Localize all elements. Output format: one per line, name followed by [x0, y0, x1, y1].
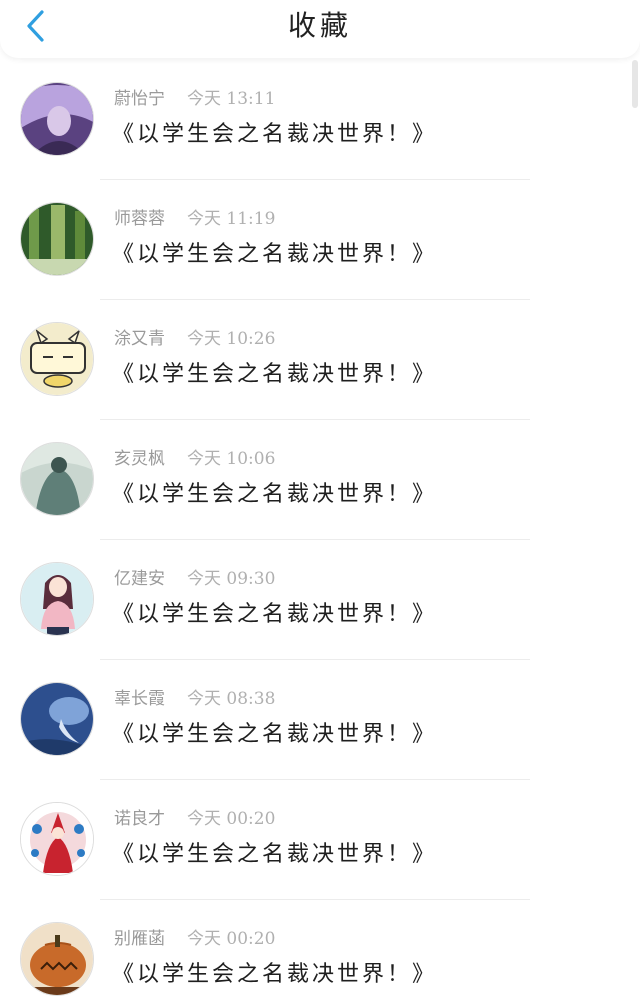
list-item[interactable]: 亥灵枫 今天 10:06 《以学生会之名裁决世界！》: [0, 420, 640, 540]
timestamp: 今天 00:20: [187, 809, 276, 829]
user-name: 涂又青: [114, 329, 165, 349]
favorite-message: 《以学生会之名裁决世界！》: [112, 962, 438, 987]
favorites-list: 蔚怡宁 今天 13:11 《以学生会之名裁决世界！》 师蓉蓉 今天 11:19 《以…: [0, 60, 640, 1006]
user-name: 辜长霞: [114, 689, 165, 709]
page-title: 收藏: [287, 9, 352, 42]
avatar[interactable]: [20, 682, 94, 756]
avatar[interactable]: [20, 562, 94, 636]
timestamp: 今天 10:26: [187, 329, 276, 349]
timestamp: 今天 10:06: [187, 449, 276, 469]
favorite-message: 《以学生会之名裁决世界！》: [112, 122, 438, 147]
avatar[interactable]: [20, 202, 94, 276]
item-meta: 师蓉蓉 今天 11:19: [114, 208, 275, 230]
user-name: 蔚怡宁: [114, 89, 165, 109]
timestamp: 今天 09:30: [187, 569, 276, 589]
favorite-message: 《以学生会之名裁决世界！》: [112, 362, 438, 387]
item-meta: 别雁菡 今天 00:20: [114, 928, 275, 950]
list-item[interactable]: 亿建安 今天 09:30 《以学生会之名裁决世界！》: [0, 540, 640, 660]
item-meta: 亥灵枫 今天 10:06: [114, 448, 275, 470]
list-item[interactable]: 诺良才 今天 00:20 《以学生会之名裁决世界！》: [0, 780, 640, 900]
avatar[interactable]: [20, 82, 94, 156]
timestamp: 今天 08:38: [187, 689, 276, 709]
list-item[interactable]: 涂又青 今天 10:26 《以学生会之名裁决世界！》: [0, 300, 640, 420]
item-meta: 辜长霞 今天 08:38: [114, 688, 275, 710]
user-name: 别雁菡: [114, 929, 165, 949]
user-name: 亿建安: [114, 569, 165, 589]
timestamp: 今天 00:20: [187, 929, 276, 949]
list-item[interactable]: 别雁菡 今天 00:20 《以学生会之名裁决世界！》: [0, 900, 640, 1006]
timestamp: 今天 11:19: [187, 209, 276, 229]
top-bar: 收藏: [0, 0, 640, 58]
favorite-message: 《以学生会之名裁决世界！》: [112, 482, 438, 507]
timestamp: 今天 13:11: [187, 89, 276, 109]
favorites-screen: 收藏 蔚怡宁 今天 13:11 《以学生会之名裁决世界！》 师蓉蓉 今天 11:…: [0, 0, 640, 1006]
item-meta: 亿建安 今天 09:30: [114, 568, 275, 590]
favorite-message: 《以学生会之名裁决世界！》: [112, 842, 438, 867]
avatar[interactable]: [20, 322, 94, 396]
item-meta: 诺良才 今天 00:20: [114, 808, 275, 830]
avatar[interactable]: [20, 922, 94, 996]
favorite-message: 《以学生会之名裁决世界！》: [112, 722, 438, 747]
item-meta: 涂又青 今天 10:26: [114, 328, 275, 350]
favorite-message: 《以学生会之名裁决世界！》: [112, 602, 438, 627]
list-item[interactable]: 辜长霞 今天 08:38 《以学生会之名裁决世界！》: [0, 660, 640, 780]
avatar[interactable]: [20, 442, 94, 516]
item-meta: 蔚怡宁 今天 13:11: [114, 88, 275, 110]
list-item[interactable]: 师蓉蓉 今天 11:19 《以学生会之名裁决世界！》: [0, 180, 640, 300]
favorite-message: 《以学生会之名裁决世界！》: [112, 242, 438, 267]
user-name: 亥灵枫: [114, 449, 165, 469]
user-name: 师蓉蓉: [114, 209, 165, 229]
user-name: 诺良才: [114, 809, 165, 829]
avatar[interactable]: [20, 802, 94, 876]
list-item[interactable]: 蔚怡宁 今天 13:11 《以学生会之名裁决世界！》: [0, 60, 640, 180]
